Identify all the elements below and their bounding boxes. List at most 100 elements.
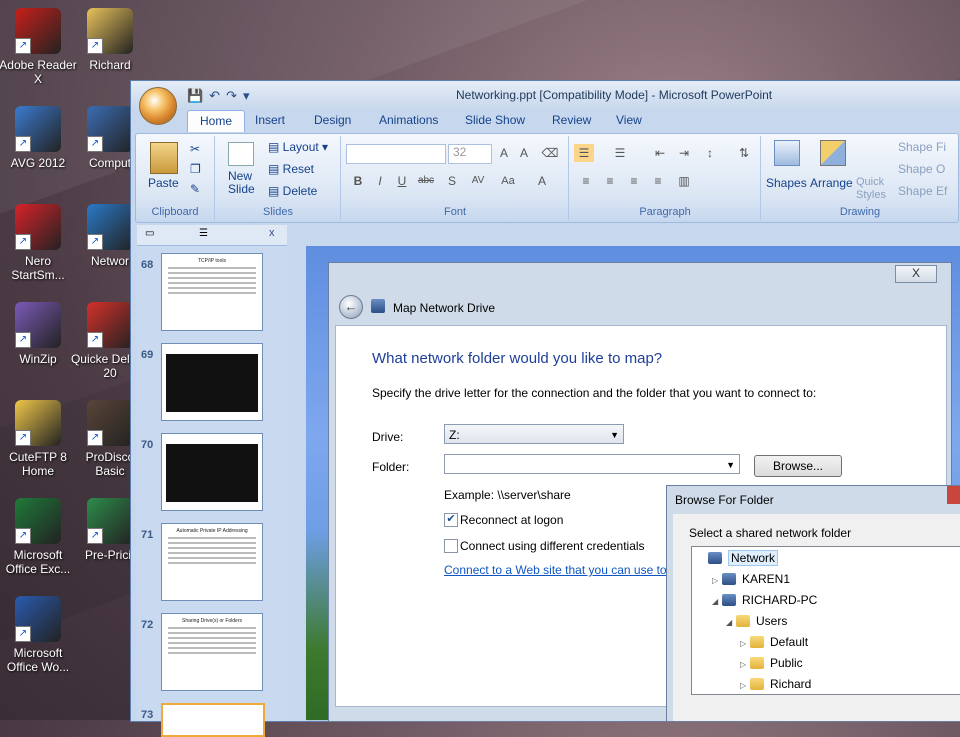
shape-effects-button[interactable]: Shape Ef — [898, 184, 947, 198]
font-name-box[interactable] — [346, 144, 446, 164]
clear-format-icon[interactable]: ⌫ — [540, 144, 560, 162]
slide-thumbnail[interactable]: TCP/IP tools — [161, 253, 263, 331]
close-button[interactable]: X — [895, 265, 937, 283]
slide-text-line — [168, 562, 256, 564]
cut-icon[interactable]: ✂ — [190, 142, 200, 156]
slide-thumbnail[interactable]: Sharing Drive(s) or Folders — [161, 613, 263, 691]
tree-node[interactable]: ▷ Default — [740, 633, 808, 651]
slide-number: 70 — [141, 439, 154, 451]
reset-button[interactable]: ▤ Reset — [268, 162, 314, 176]
align-left-icon[interactable]: ≡ — [576, 172, 596, 190]
folder-icon — [750, 678, 764, 690]
tab-slide-show[interactable]: Slide Show — [465, 113, 525, 127]
back-arrow-icon[interactable]: ← — [339, 295, 363, 319]
change-case-icon[interactable]: Aa — [498, 172, 518, 190]
arrange-button[interactable]: Arrange — [810, 176, 853, 190]
desktop-icon[interactable]: ↗ WinZip — [0, 302, 78, 366]
app-icon: ↗ — [15, 302, 61, 348]
slide-thumbnail[interactable] — [161, 343, 263, 421]
browse-close-button[interactable] — [947, 486, 960, 504]
text-direction-icon[interactable]: ⇅ — [734, 144, 754, 162]
shadow-icon[interactable]: S — [442, 172, 462, 190]
folder-input[interactable]: ▼ — [444, 454, 740, 474]
shape-fill-button[interactable]: Shape Fi — [898, 140, 946, 154]
tree-expander-icon[interactable]: ▷ — [740, 656, 750, 674]
italic-icon[interactable]: I — [370, 172, 390, 190]
quick-access-toolbar[interactable]: 💾↶↷▾ — [187, 88, 256, 104]
copy-icon[interactable]: ❐ — [190, 162, 201, 176]
tree-node[interactable]: ▷ Public — [740, 654, 803, 672]
tab-home[interactable]: Home — [187, 110, 246, 132]
shapes-button[interactable]: Shapes — [766, 176, 807, 190]
bullets-icon[interactable]: ☰ — [574, 144, 594, 162]
quick-styles-button[interactable]: Quick Styles — [856, 176, 890, 202]
network-icon — [708, 552, 722, 564]
tree-expander-icon[interactable]: ▷ — [712, 572, 722, 590]
justify-icon[interactable]: ≡ — [648, 172, 668, 190]
slides-tab-icon[interactable]: ▭ — [145, 228, 154, 239]
tree-expander-icon[interactable]: ▷ — [740, 677, 750, 695]
font-color-icon[interactable]: A — [532, 172, 552, 190]
align-center-icon[interactable]: ≡ — [600, 172, 620, 190]
tab-review[interactable]: Review — [552, 113, 591, 127]
credentials-checkbox[interactable] — [444, 539, 458, 553]
tree-node[interactable]: ▷ Richard — [740, 675, 811, 693]
browse-button[interactable]: Browse... — [754, 455, 842, 477]
strikethrough-icon[interactable]: abc — [416, 172, 436, 190]
bold-icon[interactable]: B — [348, 172, 368, 190]
tab-animations[interactable]: Animations — [379, 113, 438, 127]
underline-icon[interactable]: U — [392, 172, 412, 190]
shortcut-arrow-icon: ↗ — [15, 332, 31, 348]
reconnect-checkbox[interactable]: ✔ — [444, 513, 458, 527]
columns-icon[interactable]: ▥ — [674, 172, 694, 190]
outline-tab-icon[interactable]: ☰ — [199, 228, 208, 239]
browse-dialog-title: Browse For Folder — [675, 493, 774, 507]
layout-button[interactable]: ▤ Layout ▾ — [268, 140, 328, 154]
drawing-group: Shapes Arrange Quick Styles Shape Fi Sha… — [762, 136, 958, 220]
desktop-icon[interactable]: ↗ Microsoft Office Exc... — [0, 498, 78, 576]
tab-view[interactable]: View — [616, 113, 642, 127]
char-spacing-icon[interactable]: AV — [468, 172, 488, 190]
tree-expander-icon[interactable]: ◢ — [726, 614, 736, 632]
slide-thumbnail[interactable] — [161, 703, 265, 737]
numbering-icon[interactable]: ☰ — [610, 144, 630, 162]
desktop-icon[interactable]: ↗ Richard — [70, 8, 150, 72]
folder-label: Folder: — [372, 460, 410, 474]
new-slide-button[interactable]: New Slide — [228, 170, 268, 196]
format-painter-icon[interactable]: ✎ — [190, 182, 200, 196]
web-site-link[interactable]: Connect to a Web site that you can use t… — [444, 563, 667, 577]
desktop-icon[interactable]: ↗ Nero StartSm... — [0, 204, 78, 282]
slide-thumbnail[interactable]: Automatic Private IP Addressing — [161, 523, 263, 601]
decrease-indent-icon[interactable]: ⇤ — [650, 144, 670, 162]
desktop-icon[interactable]: ↗ CuteFTP 8 Home — [0, 400, 78, 478]
shape-outline-button[interactable]: Shape O — [898, 162, 945, 176]
font-size-box[interactable]: 32 — [448, 144, 492, 164]
tree-node[interactable]: Network — [698, 549, 779, 567]
line-spacing-icon[interactable]: ↕ — [700, 144, 720, 162]
increase-indent-icon[interactable]: ⇥ — [674, 144, 694, 162]
shortcut-arrow-icon: ↗ — [87, 136, 103, 152]
close-panel-icon[interactable]: x — [269, 227, 275, 239]
tree-expander-icon[interactable]: ◢ — [712, 593, 722, 611]
drive-select[interactable]: Z: ▼ — [444, 424, 624, 444]
desktop-icon[interactable]: ↗ Microsoft Office Wo... — [0, 596, 78, 674]
desktop-icon[interactable]: ↗ Adobe Reader X — [0, 8, 78, 86]
ribbon-tabs: Home Insert Design Animations Slide Show… — [131, 109, 960, 133]
tree-node[interactable]: ◢ Users — [726, 612, 787, 630]
office-button[interactable] — [139, 87, 177, 125]
app-icon: ↗ — [87, 400, 133, 446]
slide-thumbnail[interactable] — [161, 433, 263, 511]
desktop-icon-label: Adobe Reader X — [0, 58, 77, 86]
shrink-font-icon[interactable]: A — [514, 144, 534, 162]
tree-node[interactable]: ▷ KAREN1 — [712, 570, 790, 588]
tab-design[interactable]: Design — [314, 113, 351, 127]
tree-expander-icon[interactable]: ▷ — [740, 635, 750, 653]
paste-button[interactable]: Paste — [148, 176, 179, 190]
clipboard-label: Clipboard — [151, 206, 199, 218]
tree-node[interactable]: ◢ RICHARD-PC — [712, 591, 817, 609]
delete-button[interactable]: ▤ Delete — [268, 184, 317, 198]
desktop-icon[interactable]: ↗ AVG 2012 — [0, 106, 78, 170]
grow-font-icon[interactable]: A — [494, 144, 514, 162]
tab-insert[interactable]: Insert — [255, 113, 285, 127]
align-right-icon[interactable]: ≡ — [624, 172, 644, 190]
